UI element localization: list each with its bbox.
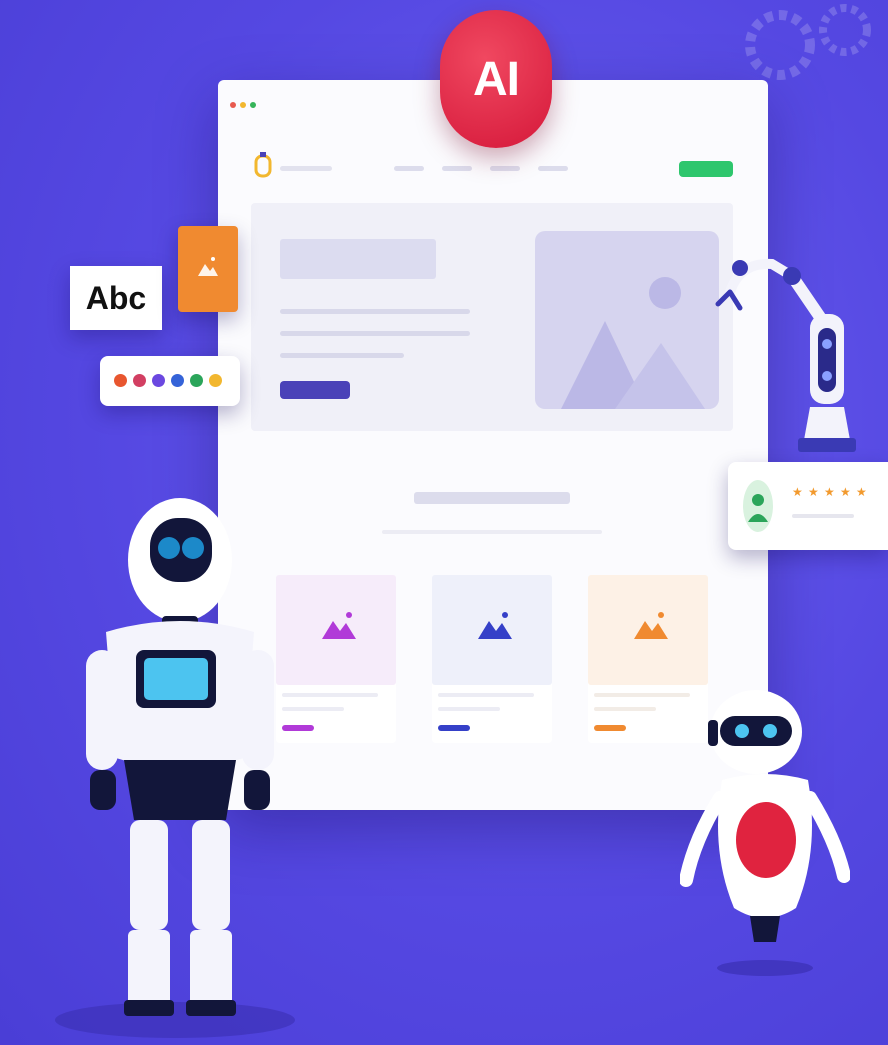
nav-link[interactable] [442, 166, 472, 171]
image-file-icon [198, 257, 218, 276]
review-text-line [792, 514, 854, 518]
hero-heading-placeholder [280, 239, 436, 279]
nav-link[interactable] [490, 166, 520, 171]
ai-badge-label: AI [473, 52, 520, 106]
cta-button[interactable] [679, 161, 733, 177]
ai-badge: AI [440, 10, 552, 148]
star-icon: ★ [840, 485, 851, 499]
window-minimize-dot[interactable] [240, 102, 246, 108]
star-icon: ★ [856, 485, 867, 499]
card-text-line [438, 707, 500, 711]
avatar-icon [743, 480, 773, 532]
nav-link[interactable] [394, 166, 424, 171]
review-card: ★ ★ ★ ★ ★ [728, 462, 888, 550]
color-swatch[interactable] [190, 374, 203, 387]
hero-text-line [280, 309, 470, 314]
window-maximize-dot[interactable] [250, 102, 256, 108]
card-button[interactable] [594, 725, 626, 731]
card-text-line [594, 693, 690, 697]
color-swatch[interactable] [152, 374, 165, 387]
feature-card[interactable] [432, 575, 552, 743]
robot-illustration [55, 498, 295, 1038]
nav-link[interactable] [538, 166, 568, 171]
color-swatch[interactable] [171, 374, 184, 387]
site-name-placeholder [280, 166, 332, 171]
image-placeholder-icon [432, 575, 552, 685]
window-close-dot[interactable] [230, 102, 236, 108]
card-text-line [594, 707, 656, 711]
hero-text-line [280, 353, 404, 358]
star-icon: ★ [792, 485, 803, 499]
robot-arm-icon [715, 258, 856, 452]
hero-section [251, 203, 733, 431]
color-swatch[interactable] [133, 374, 146, 387]
color-palette-card [100, 356, 240, 406]
text-style-label: Abc [85, 279, 147, 316]
hero-button[interactable] [280, 381, 350, 399]
card-button[interactable] [438, 725, 470, 731]
star-icon: ★ [808, 485, 819, 499]
hero-text-line [280, 331, 470, 336]
star-icon: ★ [824, 485, 835, 499]
color-swatch[interactable] [114, 374, 127, 387]
text-style-card: Abc [70, 266, 162, 330]
site-logo-icon [254, 152, 272, 178]
image-file-card [178, 226, 238, 312]
color-swatch[interactable] [209, 374, 222, 387]
section-subheading-placeholder [382, 530, 602, 534]
image-placeholder-icon [588, 575, 708, 685]
robot-illustration [680, 690, 850, 976]
card-text-line [438, 693, 534, 697]
image-placeholder-icon [535, 231, 719, 409]
section-heading-placeholder [414, 492, 570, 504]
